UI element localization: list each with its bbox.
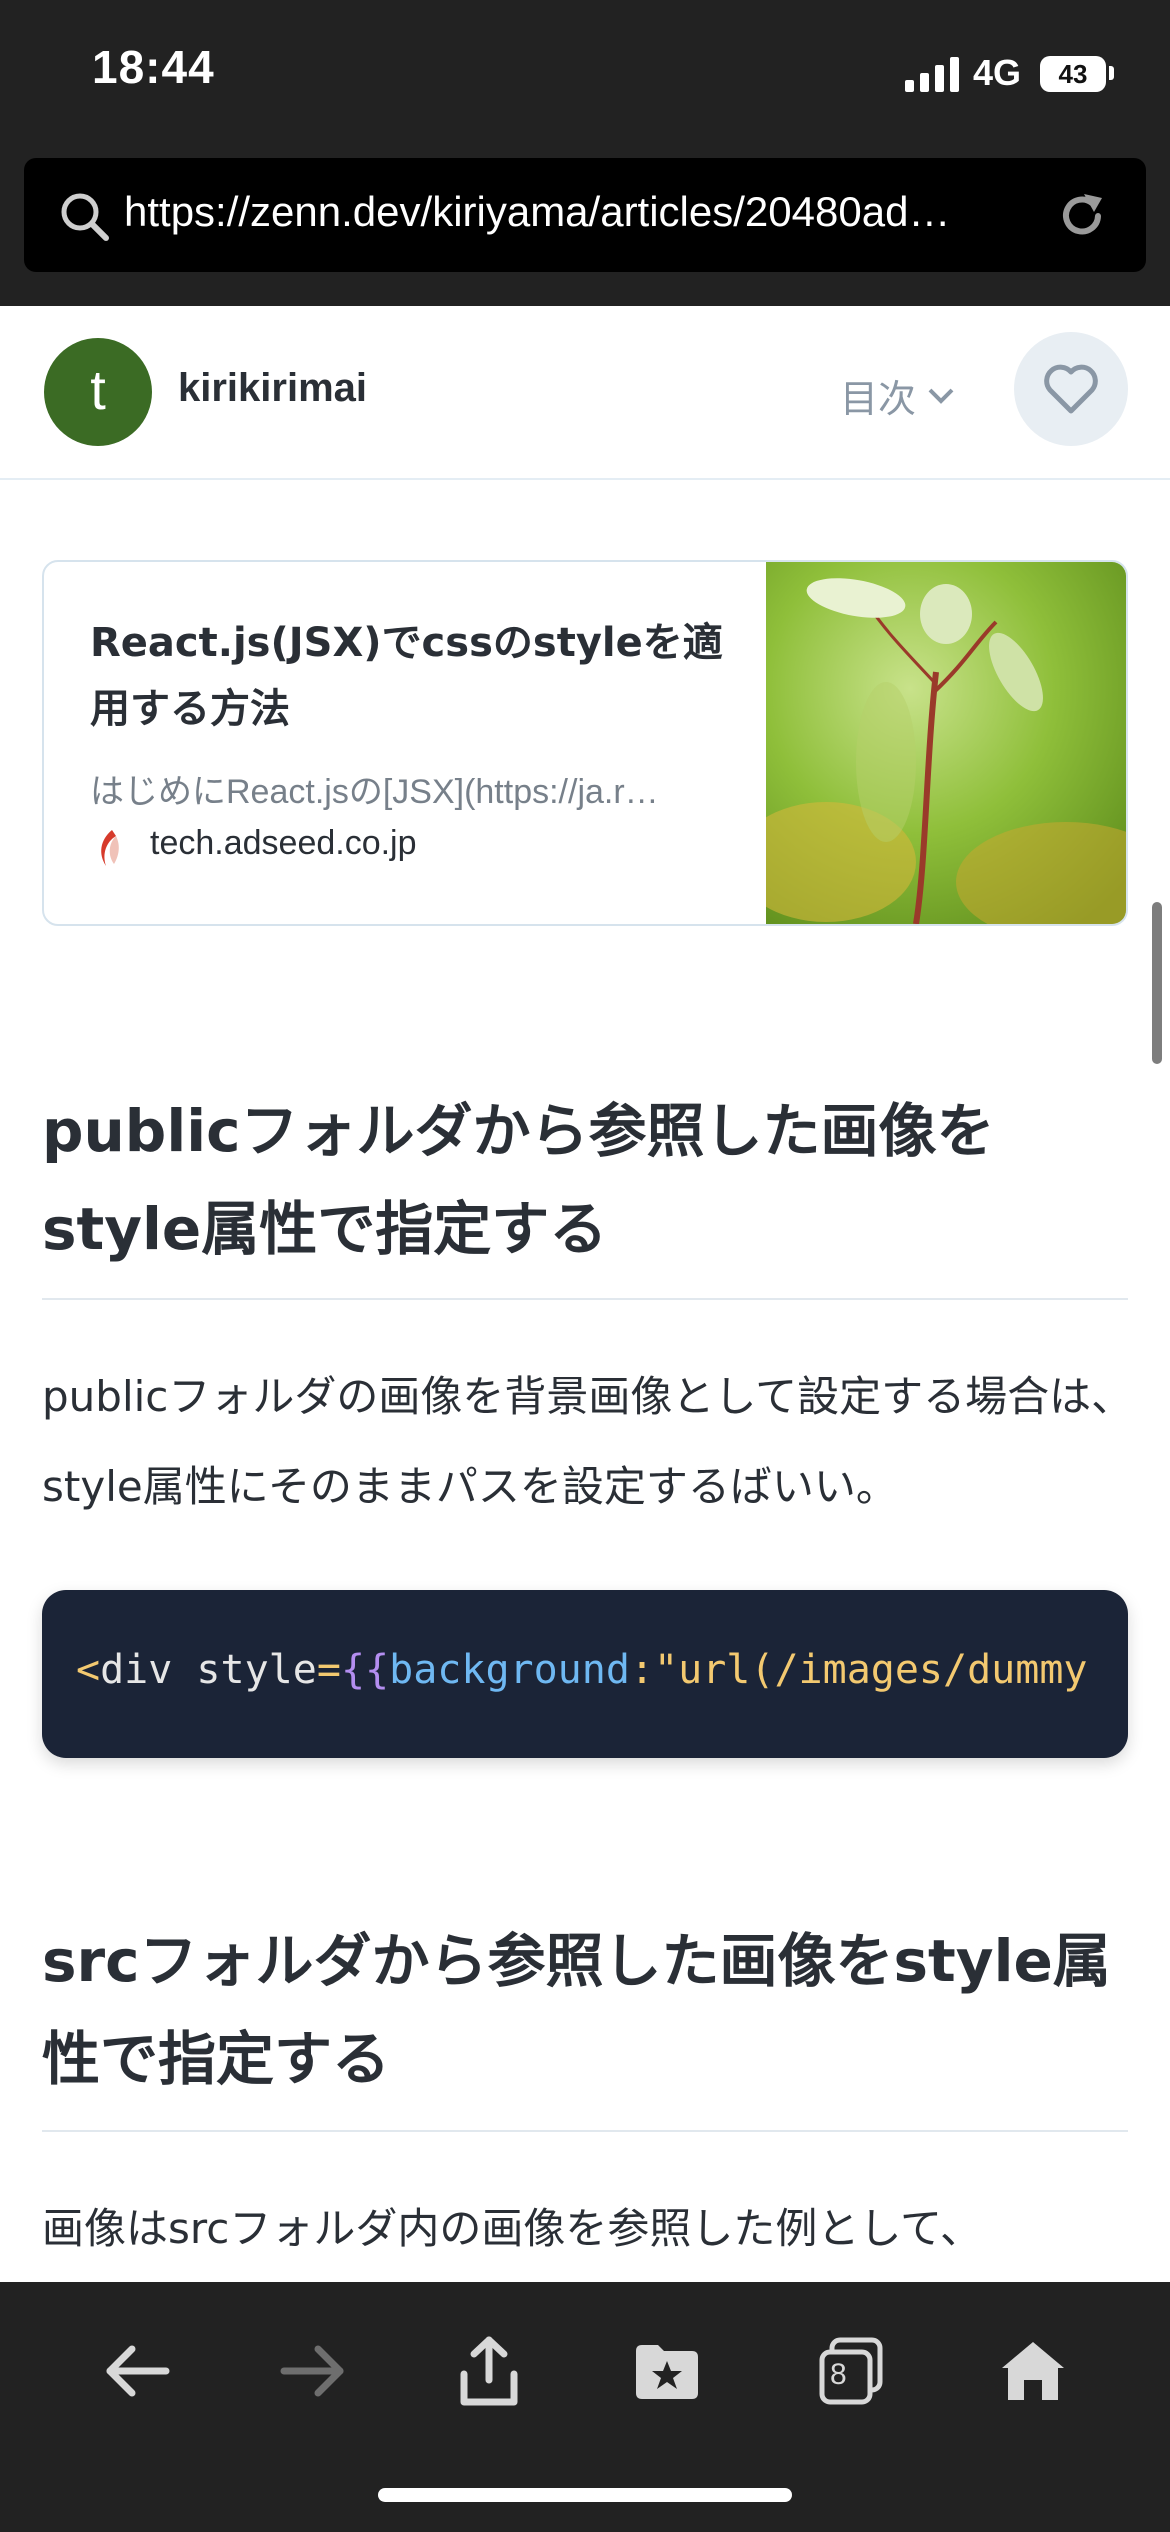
back-button[interactable] <box>92 2326 182 2416</box>
search-icon <box>61 193 109 241</box>
avatar[interactable]: t <box>44 338 152 446</box>
favicon-icon <box>101 830 119 866</box>
share-icon <box>460 2336 518 2406</box>
toc-label: 目次 <box>840 377 917 421</box>
section-heading: srcフォルダから参照した画像をstyle属性で指定する <box>42 1927 1111 2093</box>
like-button[interactable] <box>1014 332 1128 446</box>
reload-icon[interactable] <box>1054 188 1110 244</box>
code-token: div style <box>100 1647 317 1693</box>
heading-divider <box>42 1298 1128 1300</box>
home-icon <box>1002 2342 1064 2400</box>
tabs-icon <box>819 2337 883 2405</box>
forward-arrow-icon <box>280 2345 344 2397</box>
status-time: 18:44 <box>92 41 215 93</box>
code-token: : <box>629 1647 655 1693</box>
home-button[interactable] <box>988 2326 1078 2416</box>
code-token: background <box>389 1647 630 1693</box>
heart-icon <box>1044 364 1098 414</box>
author-name[interactable]: kirikirimai <box>178 366 367 411</box>
url-text[interactable]: https://zenn.dev/kiriyama/articles/20480… <box>124 188 1064 236</box>
chevron-down-icon <box>928 388 954 404</box>
link-card[interactable]: React.js(JSX)でcssのstyleを適用する方法 はじめにReact… <box>42 560 1128 926</box>
tabs-button[interactable]: 8 <box>806 2326 896 2416</box>
code-token: "url(/images/dummy <box>654 1647 1088 1693</box>
link-card-title: React.js(JSX)でcssのstyleを適用する方法 <box>90 620 723 732</box>
home-indicator[interactable] <box>378 2488 792 2502</box>
section-heading: publicフォルダから参照した画像をstyle属性で指定する <box>42 1097 995 1263</box>
link-card-thumbnail <box>766 562 1126 924</box>
heading-divider <box>42 2130 1128 2132</box>
signal-icon <box>905 57 959 92</box>
battery-tip <box>1109 66 1114 80</box>
bookmark-folder-icon <box>636 2345 698 2399</box>
code-block[interactable]: <div style={{background:"url(/images/dum… <box>42 1590 1128 1758</box>
toc-button[interactable]: 目次 <box>840 368 956 423</box>
status-bar: 18:44 4G 43 <box>0 0 1170 150</box>
section-paragraph: 画像はsrcフォルダ内の画像を参照した例として、 <box>42 2204 982 2253</box>
tabs-count: 8 <box>830 2358 847 2391</box>
article-header: t kirikirimai 目次 <box>0 306 1170 480</box>
link-card-domain: tech.adseed.co.jp <box>150 824 417 862</box>
code-token: {{ <box>340 1647 390 1693</box>
network-type: 4G <box>973 52 1022 93</box>
section-paragraph: publicフォルダの画像を背景画像として設定する場合は、style属性にそのま… <box>42 1372 1134 1511</box>
code-token: < <box>76 1647 101 1693</box>
browser-toolbar: https://zenn.dev/kiriyama/articles/20480… <box>0 150 1170 306</box>
share-button[interactable] <box>444 2326 534 2416</box>
scroll-indicator[interactable] <box>1152 902 1162 1064</box>
code-line: <div style={{background:"url(/images/dum… <box>76 1640 1088 1700</box>
code-token: = <box>316 1647 341 1693</box>
link-card-description: はじめにReact.jsの[JSX](https://ja.r… <box>90 773 659 811</box>
bookmarks-button[interactable] <box>622 2326 712 2416</box>
back-arrow-icon <box>106 2345 170 2397</box>
forward-button[interactable] <box>268 2326 358 2416</box>
address-bar[interactable]: https://zenn.dev/kiriyama/articles/20480… <box>24 158 1146 272</box>
battery-icon: 43 <box>1040 56 1106 92</box>
